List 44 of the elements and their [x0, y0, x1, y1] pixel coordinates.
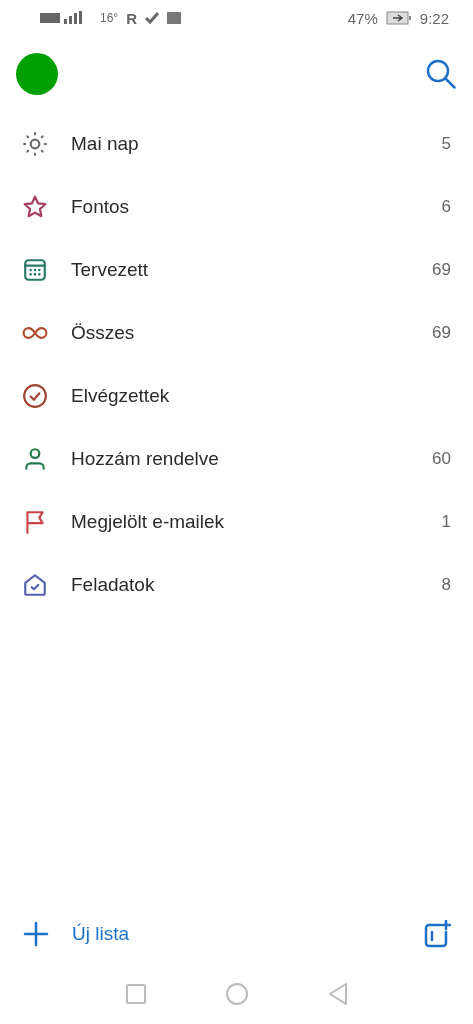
task-count: 1: [441, 511, 451, 532]
plus-icon: [22, 920, 50, 948]
battery-percent: 47%: [347, 9, 378, 27]
list-item[interactable]: Elvégzettek: [0, 364, 473, 427]
task-count: 8: [441, 574, 451, 595]
list-name: Hozzám rendelve: [71, 447, 220, 470]
calendar-icon: [22, 256, 48, 283]
recents-icon[interactable]: [125, 984, 146, 1004]
search-icon[interactable]: [425, 58, 457, 90]
new-list-button[interactable]: Új lista: [22, 920, 129, 948]
house-check-icon: [22, 571, 48, 598]
list-name: Mai nap: [71, 132, 140, 155]
new-group-icon[interactable]: [423, 920, 451, 948]
list-name: Tervezett: [71, 258, 150, 281]
list-name: Összes: [71, 321, 136, 344]
home-icon[interactable]: [225, 983, 248, 1005]
list-name: Megjelölt e-mailek: [71, 510, 226, 533]
list-item[interactable]: Mai nap 5: [0, 112, 473, 175]
list-item[interactable]: Feladatok 8: [0, 553, 473, 616]
sun-icon: [22, 130, 48, 157]
clock-time: 9:22: [419, 9, 449, 27]
list-item[interactable]: Összes 69: [0, 301, 473, 364]
list-name: Fontos: [71, 195, 131, 218]
list-item[interactable]: Megjelölt e-mailek 1: [0, 490, 473, 553]
task-count: 5: [441, 133, 451, 154]
star-icon: [22, 193, 48, 220]
list-item[interactable]: Fontos 6: [0, 175, 473, 238]
list-name: Feladatok: [71, 573, 156, 596]
list-name: Elvégzettek: [71, 384, 171, 407]
back-icon[interactable]: [327, 983, 348, 1005]
temperature-text: 16°: [100, 11, 119, 25]
list-item[interactable]: Hozzám rendelve 60: [0, 427, 473, 490]
list-item[interactable]: Tervezett 69: [0, 238, 473, 301]
person-icon: [22, 445, 48, 472]
carrier-text: R: [126, 9, 137, 27]
check-icon: [145, 12, 159, 24]
avatar[interactable]: [16, 53, 58, 95]
notification-icon: [167, 12, 181, 24]
task-count: 6: [441, 196, 451, 217]
task-count: 69: [432, 259, 451, 280]
check-circle-icon: [22, 382, 48, 409]
task-count: 69: [432, 322, 451, 343]
battery-charging-icon: [385, 11, 412, 25]
task-count: 60: [432, 448, 451, 469]
